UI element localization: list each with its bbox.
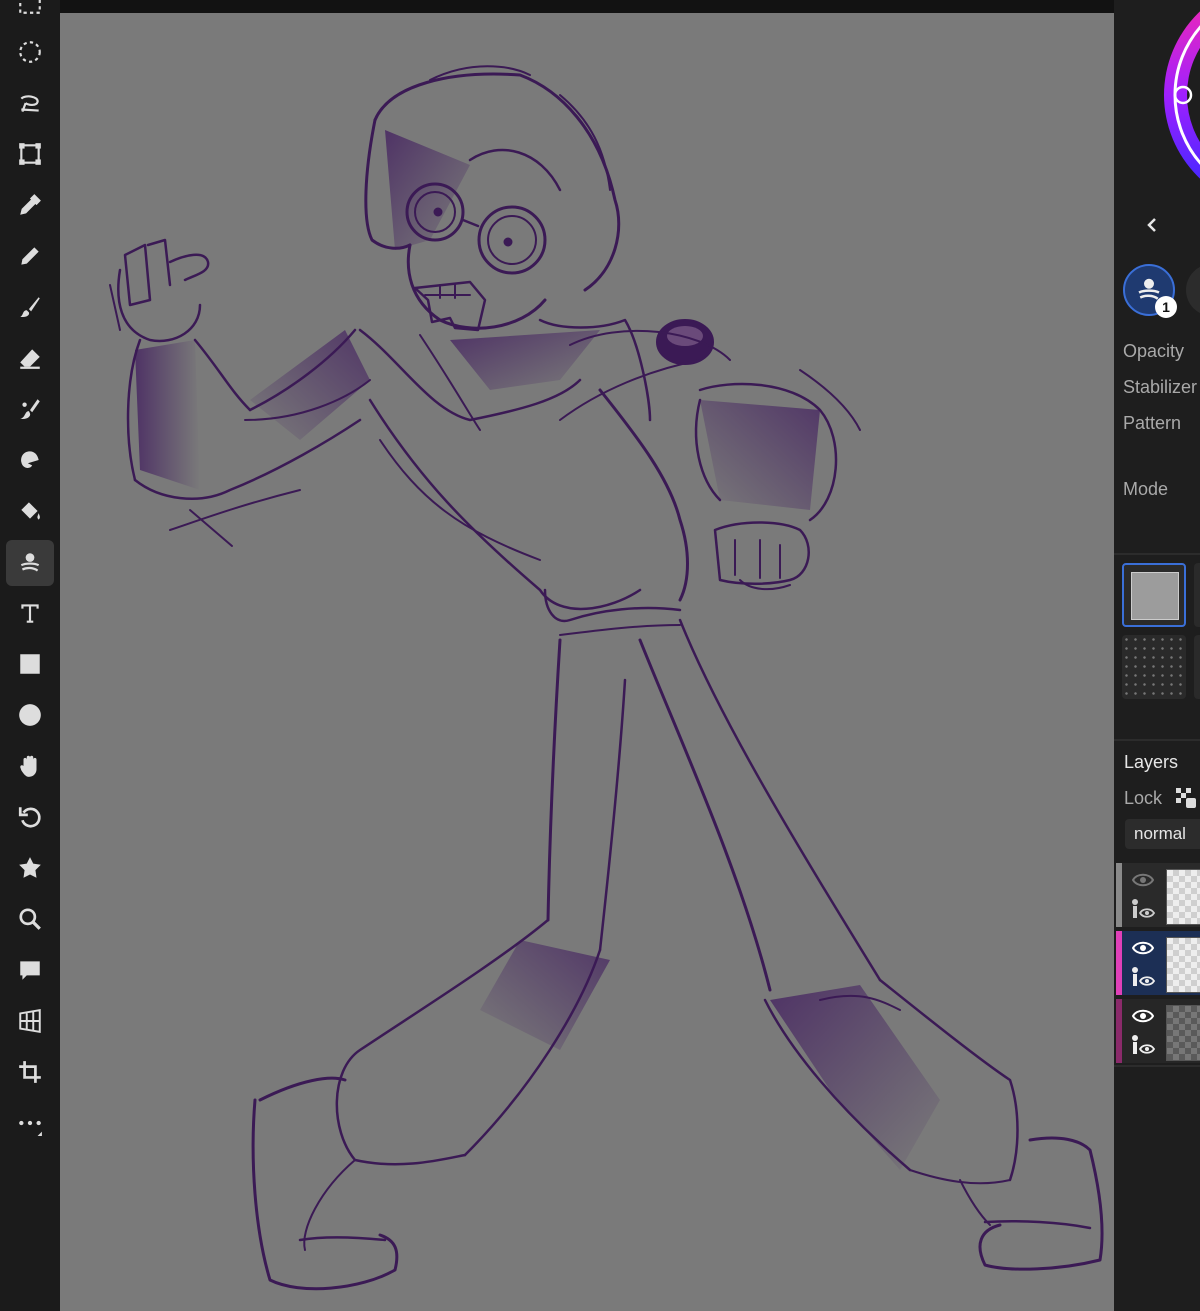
secondary-tool-button[interactable]: [1186, 264, 1200, 316]
right-panel: 1 Opacity Stabilizer Pattern Mode Layers…: [1114, 0, 1200, 1311]
comment-icon[interactable]: [6, 947, 54, 993]
color-wheel[interactable]: [1164, 0, 1200, 220]
pattern-label: Pattern: [1123, 413, 1182, 433]
fill-bucket-icon[interactable]: [6, 488, 54, 534]
puzzle-icon[interactable]: [6, 845, 54, 891]
lock-transparency-icon[interactable]: [1176, 788, 1196, 808]
divider: [1114, 553, 1200, 555]
blend-mode-select[interactable]: normal: [1125, 819, 1200, 849]
smudge-icon[interactable]: [6, 386, 54, 432]
blur-icon[interactable]: [6, 437, 54, 483]
layer-color-stripe: [1116, 863, 1122, 927]
crop-icon[interactable]: [6, 1049, 54, 1095]
layers-title: Layers: [1124, 752, 1179, 772]
tool-count-badge: 1: [1155, 296, 1177, 318]
rotate-icon[interactable]: [6, 794, 54, 840]
rectangle-icon[interactable]: [6, 641, 54, 687]
lock-label: Lock: [1124, 788, 1163, 808]
eye-icon[interactable]: [1131, 1008, 1155, 1024]
opacity-label: Opacity: [1123, 341, 1185, 361]
layer-row-selected[interactable]: [1116, 931, 1200, 995]
active-tool-button[interactable]: 1: [1123, 264, 1177, 318]
layer-visibility-lock-icon[interactable]: [1130, 966, 1156, 988]
mode-label: Mode: [1123, 479, 1169, 499]
blend-mode-value: normal: [1134, 824, 1186, 843]
ellipse-icon[interactable]: [6, 692, 54, 738]
pattern-swatch-next[interactable]: [1194, 563, 1200, 627]
eyedropper-icon[interactable]: [6, 182, 54, 228]
layer-visibility-lock-icon[interactable]: [1130, 898, 1156, 920]
more-tools-icon[interactable]: [6, 1100, 54, 1146]
chevron-left-icon[interactable]: [1143, 215, 1163, 235]
eye-icon[interactable]: [1131, 940, 1155, 956]
pattern-swatch-next-2[interactable]: [1194, 635, 1200, 699]
layer-row[interactable]: [1116, 999, 1200, 1063]
layer-row[interactable]: [1116, 863, 1200, 927]
ellipse-select-icon[interactable]: [6, 29, 54, 75]
line-art: [109, 65, 1104, 1291]
pencil-icon[interactable]: [6, 233, 54, 279]
magic-brush-icon[interactable]: [6, 540, 54, 586]
layer-visibility-lock-icon[interactable]: [1130, 1034, 1156, 1056]
shading: [135, 130, 940, 1170]
brush-icon[interactable]: [6, 284, 54, 330]
layer-thumbnail: [1166, 937, 1200, 993]
sketch-artwork: [109, 65, 1104, 1291]
eye-hidden-icon[interactable]: [1131, 872, 1155, 888]
layer-thumbnail: [1166, 869, 1200, 925]
hand-icon[interactable]: [6, 743, 54, 789]
transform-icon[interactable]: [6, 131, 54, 177]
stabilizer-label: Stabilizer: [1123, 377, 1198, 397]
layer-color-stripe: [1116, 999, 1122, 1063]
layer-thumbnail: [1166, 1005, 1200, 1061]
toolbar: [0, 0, 60, 1311]
marquee-select-icon[interactable]: [6, 0, 54, 26]
divider: [1114, 739, 1200, 741]
eraser-icon[interactable]: [6, 335, 54, 381]
lasso-select-icon[interactable]: [6, 80, 54, 126]
top-bar: [60, 0, 1114, 13]
perspective-grid-icon[interactable]: [6, 998, 54, 1044]
pattern-swatch-solid[interactable]: [1122, 563, 1186, 627]
text-icon[interactable]: [6, 590, 54, 636]
zoom-icon[interactable]: [6, 896, 54, 942]
pattern-swatch-dots[interactable]: [1122, 635, 1186, 699]
layer-color-stripe: [1116, 931, 1122, 995]
divider: [1114, 1065, 1200, 1067]
drawing-canvas[interactable]: [60, 13, 1114, 1311]
